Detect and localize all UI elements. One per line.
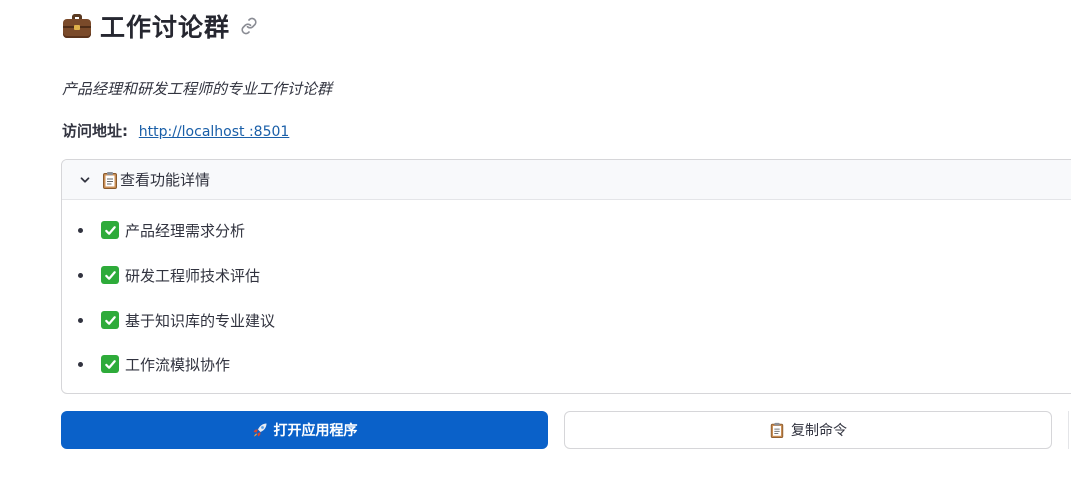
rocket-icon <box>253 423 266 437</box>
clipboard-icon <box>103 171 117 189</box>
bullet <box>78 317 83 323</box>
access-row: 访问地址: http://localhost :8501 <box>62 120 289 141</box>
list-item-label: 工作流模拟协作 <box>125 355 231 374</box>
check-mark-icon <box>101 311 119 329</box>
list-item: 产品经理需求分析 <box>78 218 245 242</box>
open-app-button[interactable]: 打开应用程序 <box>61 411 548 449</box>
bullet <box>78 361 83 367</box>
check-mark-icon <box>101 266 119 284</box>
list-item: 研发工程师技术评估 <box>78 263 260 287</box>
bullet <box>78 272 83 278</box>
chevron-down-icon <box>80 176 90 183</box>
list-item-label: 基于知识库的专业建议 <box>125 311 276 330</box>
bullet <box>78 227 83 233</box>
access-url-link[interactable]: http://localhost :8501 <box>139 124 290 140</box>
briefcase-icon <box>62 13 92 39</box>
list-item: 工作流模拟协作 <box>78 352 230 376</box>
open-app-label: 打开应用程序 <box>273 423 358 439</box>
access-label: 访问地址: <box>62 122 128 140</box>
check-mark-icon <box>101 355 119 373</box>
expander-title: 查看功能详情 <box>120 171 211 189</box>
copy-command-button[interactable]: 复制命令 <box>564 411 1052 449</box>
list-item-label: 研发工程师技术评估 <box>125 266 261 285</box>
expander-header[interactable]: 查看功能详情 <box>62 160 1071 200</box>
list-item: 基于知识库的专业建议 <box>78 308 275 332</box>
copy-command-label: 复制命令 <box>791 423 847 439</box>
page-title: 工作讨论群 <box>100 13 231 42</box>
subtitle: 产品经理和研发工程师的专业工作讨论群 <box>62 80 333 98</box>
check-mark-icon <box>101 221 119 239</box>
clipboard-icon <box>770 422 784 438</box>
feature-expander: 查看功能详情 产品经理需求分析 研发工程师技术评估 基于知识库的专业建议 工作流… <box>61 159 1071 394</box>
list-item-label: 产品经理需求分析 <box>125 221 246 240</box>
page-header: 工作讨论群 <box>62 8 258 44</box>
link-icon[interactable] <box>240 17 258 35</box>
